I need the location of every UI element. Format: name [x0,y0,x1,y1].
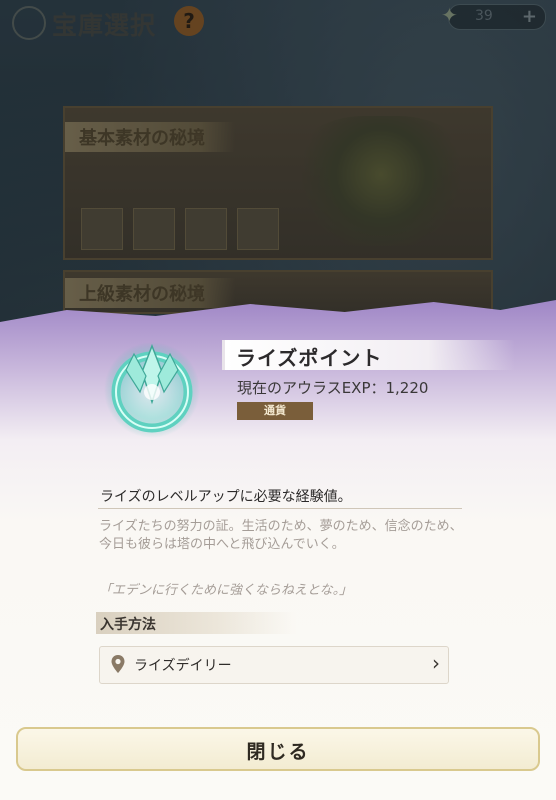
acquisition-item-label: ライズデイリー [134,658,232,674]
acquisition-item-rise-daily[interactable]: ライズデイリー › [99,646,449,684]
acquisition-heading: 入手方法 [100,617,156,633]
item-flavor-text: ライズたちの努力の証。生活のため、夢のため、信念のため、今日も彼らは塔の中へと飛… [99,519,463,552]
chevron-right-icon: › [432,651,440,675]
item-name: ライズポイント [236,346,383,370]
current-exp-text: 現在のアウラスEXP：1,220 [237,379,429,397]
item-quote: 「エデンに行くために強くならねえとな。」 [99,583,353,598]
item-description: ライズのレベルアップに必要な経験値。 [100,489,352,505]
item-category-badge: 通貨 [237,402,313,420]
close-button-label: 閉じる [246,741,310,763]
location-pin-icon [111,655,125,673]
divider [98,508,462,509]
close-button[interactable]: 閉じる [16,727,540,771]
rise-point-crystal-icon [104,342,200,438]
